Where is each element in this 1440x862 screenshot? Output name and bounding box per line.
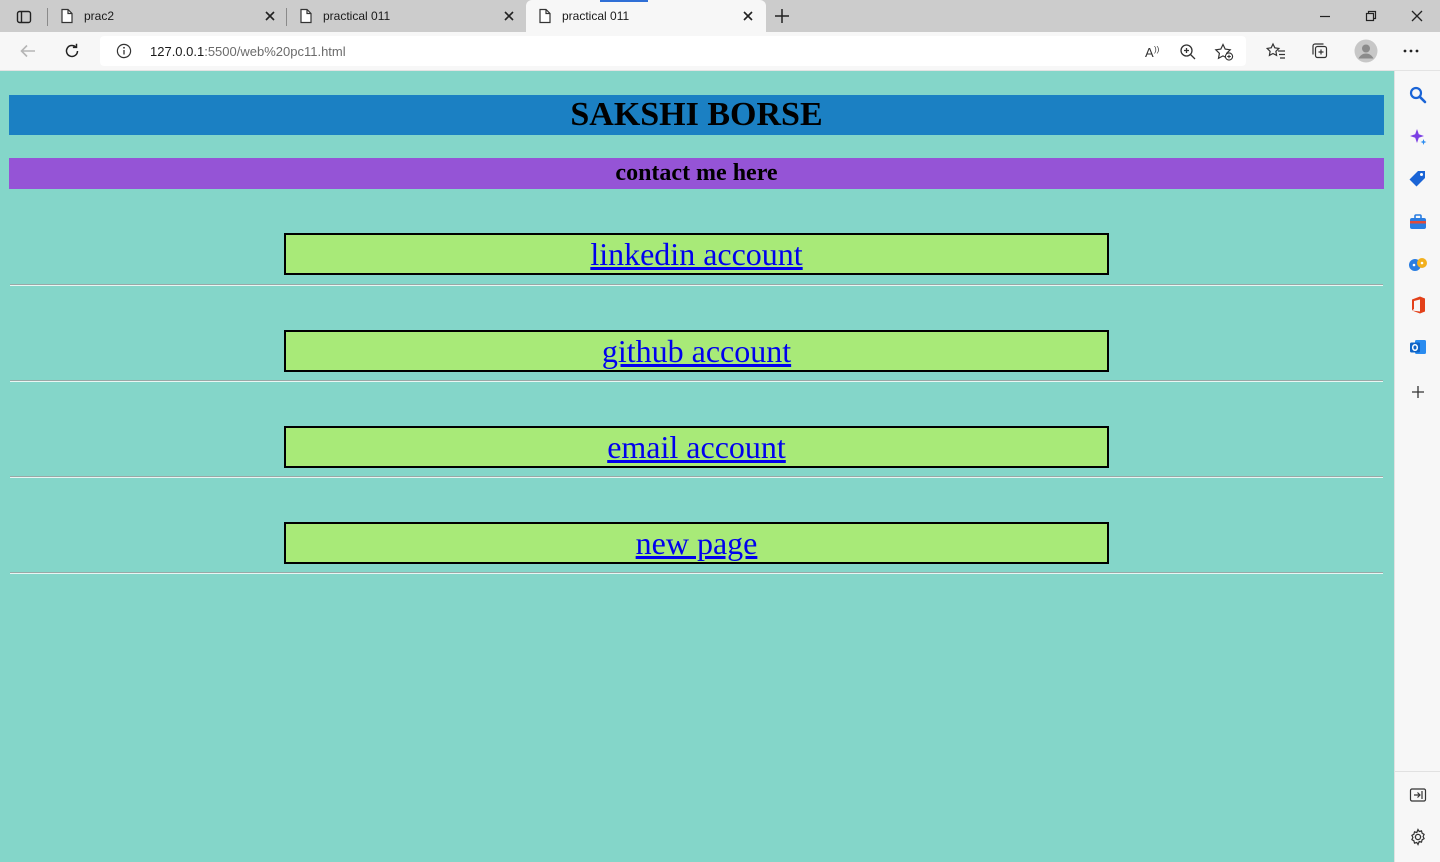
page-icon [60,8,74,27]
divider [10,284,1383,286]
new-page-link[interactable]: new page [636,524,758,562]
tab-title: practical 011 [323,9,391,23]
tab-prac2[interactable]: prac2 [48,0,286,32]
close-icon[interactable] [740,8,756,24]
browser-toolbar: 127.0.0.1:5500/web%20pc11.html A)) [0,32,1440,71]
tab-practical-011[interactable]: practical 011 [287,0,525,32]
minimize-icon[interactable] [1305,4,1345,28]
settings-icon[interactable] [1406,825,1430,849]
new-page-link-box: new page [284,522,1109,564]
email-link-box: email account [284,426,1109,468]
linkedin-link-box: linkedin account [284,233,1109,275]
refresh-icon[interactable] [59,39,85,63]
tab-strip: prac2 practical 011 practical 011 [0,0,1440,32]
back-icon[interactable] [15,39,41,63]
hide-sidebar-icon[interactable] [1406,783,1430,807]
svg-text:)): )) [1154,45,1160,54]
tools-icon[interactable] [1406,210,1430,234]
zoom-icon[interactable] [1178,43,1198,61]
close-icon[interactable] [262,8,278,24]
address-path: :5500/web%20pc11.html [204,44,346,59]
more-icon[interactable] [1398,39,1424,63]
restore-icon[interactable] [1351,4,1391,28]
outlook-icon[interactable] [1406,335,1430,359]
divider [10,380,1383,382]
linkedin-link[interactable]: linkedin account [590,235,802,273]
sidebar-divider [1395,771,1440,772]
read-aloud-icon[interactable]: A)) [1143,43,1163,61]
page-icon [299,8,313,27]
copilot-icon[interactable] [1406,125,1430,149]
add-favorite-icon[interactable] [1214,43,1234,61]
games-icon[interactable] [1406,252,1430,276]
github-link-box: github account [284,330,1109,372]
close-icon[interactable] [501,8,517,24]
page-icon [538,8,552,27]
tab-practical-011-active[interactable]: practical 011 [526,0,766,32]
tab-title: practical 011 [562,9,630,23]
svg-text:A: A [1145,45,1154,60]
tab-title: prac2 [84,9,115,23]
info-icon[interactable] [116,43,132,64]
search-icon[interactable] [1406,83,1430,107]
office-icon[interactable] [1406,293,1430,317]
add-icon[interactable] [1406,380,1430,404]
collections-icon[interactable] [1307,39,1333,63]
page-subtitle: contact me here [9,158,1384,189]
shopping-icon[interactable] [1406,167,1430,191]
edge-sidebar [1394,71,1440,862]
email-link[interactable]: email account [607,428,786,466]
profile-icon[interactable] [1352,39,1380,63]
tab-loading-indicator [600,0,648,2]
address-url: 127.0.0.1:5500/web%20pc11.html [150,44,346,59]
address-bar[interactable]: 127.0.0.1:5500/web%20pc11.html A)) [100,36,1246,66]
tab-actions-icon[interactable] [10,6,38,28]
page-title: SAKSHI BORSE [9,95,1384,135]
divider [10,476,1383,478]
github-link[interactable]: github account [602,332,791,370]
page-viewport: SAKSHI BORSE contact me here linkedin ac… [0,71,1394,862]
divider [10,572,1383,574]
new-tab-icon[interactable] [770,5,794,27]
close-icon[interactable] [1397,4,1437,28]
favorites-icon[interactable] [1263,39,1289,63]
address-host: 127.0.0.1 [150,44,205,59]
